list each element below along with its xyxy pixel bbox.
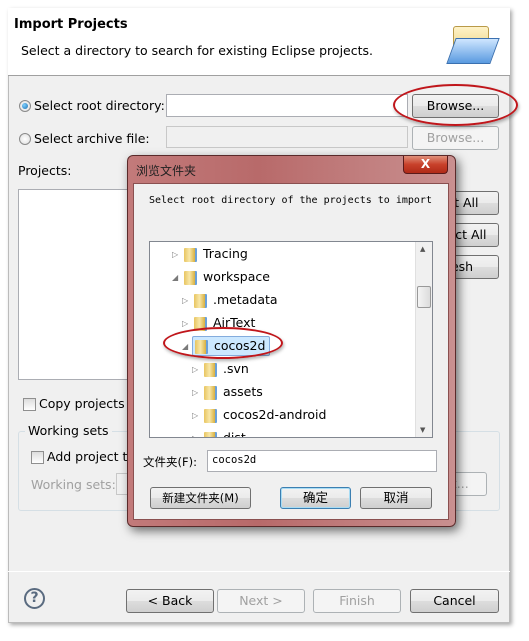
dialog-title: 浏览文件夹 [136,164,197,178]
tree-item[interactable]: ▷ Tracing [172,244,248,264]
tree-item-label: workspace [203,269,270,284]
page-subtitle: Select a directory to search for existin… [21,43,373,58]
help-icon[interactable]: ? [24,588,45,609]
folder-input[interactable]: cocos2d [207,450,437,472]
finish-button[interactable]: Finish [313,589,401,613]
root-directory-radio[interactable] [19,100,31,112]
footer-separator [8,571,510,572]
tree-item-label: assets [223,384,263,399]
archive-file-label: Select archive file: [34,131,150,146]
folder-banner-icon [445,20,505,70]
tree-item[interactable]: ▷ dist [192,428,246,438]
tree-item[interactable]: ◢ workspace [172,267,270,287]
folder-icon [194,293,207,308]
tree-item[interactable]: ▷ cocos2d-android [192,405,326,425]
collapse-arrow-icon[interactable]: ◢ [172,268,182,288]
scroll-thumb[interactable] [417,286,431,308]
root-directory-input[interactable] [166,94,408,117]
folder-icon [204,408,217,423]
dialog-cancel-button[interactable]: 取消 [360,487,432,509]
folder-icon [204,362,217,377]
folder-icon [204,431,217,437]
expand-arrow-icon[interactable]: ▷ [192,383,202,403]
expand-arrow-icon[interactable]: ▷ [192,429,202,438]
page-title: Import Projects [14,17,128,32]
add-working-set-checkbox[interactable] [31,451,44,464]
back-button[interactable]: < Back [126,589,214,613]
folder-icon [184,247,197,262]
next-button[interactable]: Next > [217,589,305,613]
folder-icon [204,385,217,400]
expand-arrow-icon[interactable]: ▷ [172,245,182,265]
tree-item-label: Tracing [203,246,248,261]
cancel-button[interactable]: Cancel [410,589,499,613]
tree-item[interactable]: ▷ .svn [192,359,249,379]
working-sets-label: Working sets: [31,477,116,492]
expand-arrow-icon[interactable]: ▷ [192,406,202,426]
folder-icon [184,270,197,285]
tree-item-label: cocos2d-android [223,407,327,422]
archive-file-radio[interactable] [19,133,31,145]
scroll-down-icon[interactable]: ▼ [420,426,425,434]
copy-projects-checkbox[interactable] [23,398,36,411]
archive-file-input[interactable] [166,126,408,148]
browse-archive-button[interactable]: Browse... [412,126,499,150]
folder-label: 文件夹(F): [143,455,197,469]
scroll-up-icon[interactable]: ▲ [420,245,425,253]
ok-button[interactable]: 确定 [280,487,351,509]
projects-label: Projects: [18,163,72,178]
working-sets-legend: Working sets [25,423,112,438]
tree-scrollbar[interactable]: ▲ ▼ [415,242,432,437]
wizard-header: Import Projects Select a directory to se… [8,8,510,76]
dialog-close-button[interactable]: X [403,156,448,174]
expand-arrow-icon[interactable]: ▷ [192,360,202,380]
root-directory-label: Select root directory: [34,98,165,113]
expand-arrow-icon[interactable]: ▷ [182,291,192,311]
annotation-circle-browse [393,84,518,126]
tree-item-label: .svn [223,361,249,376]
annotation-circle-cocos2d [163,327,283,359]
tree-item-label: dist [223,430,246,438]
tree-item[interactable]: ▷ .metadata [182,290,278,310]
new-folder-button[interactable]: 新建文件夹(M) [150,487,251,509]
tree-item-label: .metadata [213,292,278,307]
dialog-description: Select root directory of the projects to… [149,195,432,206]
tree-item[interactable]: ▷ assets [192,382,263,402]
